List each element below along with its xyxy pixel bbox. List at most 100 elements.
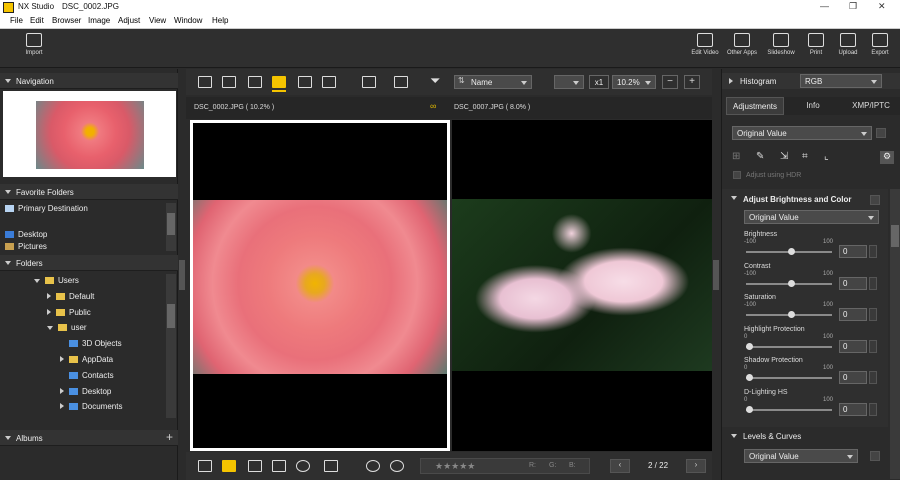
slider-spinner[interactable] [869, 308, 877, 321]
collapse-levels-icon[interactable] [731, 434, 737, 438]
slider-value-field[interactable]: 0 [839, 276, 867, 290]
other-apps-button[interactable]: Other Apps [722, 31, 762, 56]
histogram-channel-dropdown[interactable]: RGB [800, 74, 882, 88]
folder-tree-item[interactable]: Public [47, 308, 91, 323]
slider-knob[interactable] [787, 279, 795, 287]
right-image-frame[interactable] [452, 120, 712, 451]
import-button[interactable]: Import [14, 31, 54, 56]
display-options-icon[interactable] [362, 76, 376, 88]
left-image-frame[interactable] [190, 120, 450, 451]
folders-scrollbar[interactable] [166, 274, 176, 418]
slider-value-field[interactable]: 0 [839, 339, 867, 353]
rotate-right-icon[interactable] [390, 460, 404, 472]
collapsed-chevron-icon[interactable] [47, 308, 51, 315]
histogram-overlay-icon[interactable] [324, 460, 338, 472]
slider-value-field[interactable]: 0 [839, 308, 867, 321]
retouch-brush-icon[interactable]: ✎ [756, 151, 764, 162]
menu-file[interactable]: File [10, 16, 23, 25]
image-viewer-icon[interactable] [248, 76, 262, 88]
next-image-button[interactable]: › [686, 459, 706, 473]
loupe-icon[interactable] [248, 460, 262, 472]
slider-knob[interactable] [787, 248, 795, 255]
add-album-icon[interactable]: + [166, 430, 173, 444]
previous-image-button[interactable]: ‹ [610, 459, 630, 473]
folder-tree-item[interactable]: Desktop [60, 387, 111, 402]
folder-tree-item[interactable]: Users [34, 276, 79, 291]
copy-adjustments-icon[interactable]: ⊞ [732, 151, 740, 162]
favorites-scrollbar[interactable] [166, 203, 176, 251]
folder-tree-item[interactable]: Contacts [60, 371, 114, 386]
settings-gear-icon[interactable]: ⚙ [880, 151, 894, 164]
before-after-icon[interactable] [322, 76, 336, 88]
adjust-scroll-thumb[interactable] [891, 225, 899, 247]
hdr-checkbox[interactable] [733, 171, 741, 179]
full-screen-icon[interactable] [394, 76, 408, 88]
rotate-left-icon[interactable] [366, 460, 380, 472]
thumbnail-list-icon[interactable] [222, 76, 236, 88]
albums-header[interactable]: Albums [0, 430, 178, 446]
favorites-scroll-thumb[interactable] [167, 213, 175, 235]
navigation-header[interactable]: Navigation [0, 73, 178, 89]
brightness-enable-checkbox[interactable] [870, 195, 880, 205]
levels-enable-checkbox[interactable] [870, 451, 880, 461]
slider-knob[interactable] [746, 374, 753, 381]
slider-knob[interactable] [746, 405, 753, 413]
sort-dropdown[interactable]: Name [454, 75, 532, 89]
perspective-icon[interactable]: ⌞ [824, 151, 829, 162]
straighten-icon[interactable]: ⇲ [780, 151, 788, 162]
slider-track[interactable] [746, 377, 832, 379]
adjust-scrollbar[interactable] [890, 189, 900, 479]
slider-spinner[interactable] [869, 276, 877, 290]
sort-order-icon[interactable]: ⇅ [458, 76, 465, 85]
rating-stars[interactable]: ★★★★★ [435, 461, 475, 472]
tab-xmp-iptc[interactable]: XMP/IPTC [842, 97, 900, 115]
expanded-chevron-icon[interactable] [34, 279, 40, 283]
export-button[interactable]: Export [860, 31, 900, 56]
slider-value-field[interactable]: 0 [839, 402, 867, 416]
collapsed-chevron-icon[interactable] [60, 403, 64, 410]
zoom-dropdown[interactable]: 10.2% [612, 75, 656, 89]
folder-tree-item[interactable]: Default [47, 292, 94, 307]
filmstrip-icon[interactable] [198, 460, 212, 472]
slider-spinner[interactable] [869, 245, 877, 258]
slider-track[interactable] [746, 408, 832, 411]
info-icon[interactable] [296, 460, 310, 472]
brightness-preset-dropdown[interactable]: Original Value [744, 210, 879, 224]
slider-spinner[interactable] [869, 402, 877, 416]
thumbnail-grid-icon[interactable] [198, 76, 212, 88]
slider-value-field[interactable]: 0 [839, 245, 867, 258]
slider-value-field[interactable]: 0 [839, 371, 867, 384]
minimize-icon[interactable]: — [820, 1, 829, 11]
sync-link-icon[interactable]: ∞ [430, 101, 436, 111]
zoom-in-icon[interactable]: + [684, 75, 700, 89]
navigation-thumbnail[interactable] [36, 101, 144, 169]
tab-info[interactable]: Info [784, 97, 842, 115]
menu-view[interactable]: View [149, 16, 166, 25]
folder-tree-item[interactable]: Documents [60, 402, 122, 417]
menu-window[interactable]: Window [174, 16, 202, 25]
slider-track[interactable] [746, 345, 832, 348]
folders-header[interactable]: Folders [0, 255, 178, 271]
folder-tree-item[interactable]: AppData [60, 355, 113, 370]
menu-help[interactable]: Help [212, 16, 228, 25]
folders-scroll-thumb[interactable] [167, 304, 175, 328]
fav-pictures[interactable]: Pictures [5, 242, 47, 251]
collapse-icon[interactable] [731, 196, 737, 200]
levels-preset-dropdown[interactable]: Original Value [744, 449, 858, 463]
preset-checkbox[interactable] [876, 128, 886, 138]
filter-icon[interactable]: ⏷ [430, 73, 440, 89]
fit-dropdown[interactable] [554, 75, 584, 89]
slider-knob[interactable] [787, 311, 795, 318]
slider-spinner[interactable] [869, 339, 877, 353]
tab-adjustments[interactable]: Adjustments [726, 97, 784, 115]
thumbnail-strip-icon[interactable] [222, 460, 236, 472]
fav-primary-destination[interactable]: Primary Destination [5, 204, 88, 219]
restore-icon[interactable]: ❐ [849, 1, 857, 12]
right-collapse-handle[interactable] [713, 260, 719, 290]
folder-tree-item[interactable]: user [47, 323, 87, 338]
expanded-chevron-icon[interactable] [47, 326, 53, 331]
menu-edit[interactable]: Edit [30, 16, 44, 25]
folder-tree-item[interactable]: 3D Objects [60, 339, 122, 354]
zoom-out-icon[interactable]: − [662, 75, 678, 89]
slider-spinner[interactable] [869, 371, 877, 384]
